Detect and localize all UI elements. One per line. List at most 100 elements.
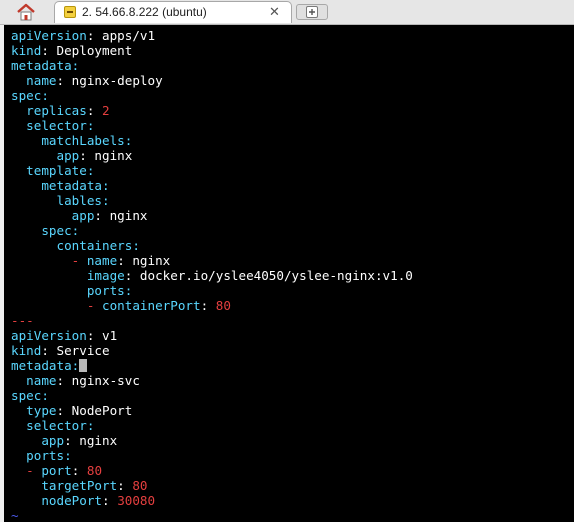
terminal-line: nodePort: 30080 (11, 493, 413, 508)
terminal-token: replicas (26, 103, 87, 118)
terminal-token: : nginx (117, 253, 171, 268)
terminal-line: metadata: (11, 58, 413, 73)
terminal-line: metadata: (11, 358, 413, 373)
terminal-token: spec: (11, 88, 49, 103)
terminal-line: template: (11, 163, 413, 178)
terminal-token: : NodePort (56, 403, 133, 418)
terminal-line: kind: Deployment (11, 43, 413, 58)
terminal-line: containers: (11, 238, 413, 253)
terminal-token: : nginx-svc (56, 373, 140, 388)
terminal-line: app: nginx (11, 433, 413, 448)
terminal-token: : Service (41, 343, 110, 358)
terminal-token: : docker.io/yslee4050/yslee-nginx:v1.0 (124, 268, 413, 283)
terminal-line: - name: nginx (11, 253, 413, 268)
terminal-token: nodePort (41, 493, 103, 508)
terminal-token: selector: (26, 118, 95, 133)
terminal-token: : v1 (86, 328, 118, 343)
terminal-token: 80 (132, 478, 148, 493)
terminal-line: ~ (11, 508, 413, 522)
terminal-line: type: NodePort (11, 403, 413, 418)
terminal-token: : (117, 478, 133, 493)
terminal-line: ports: (11, 283, 413, 298)
terminal-token: : apps/v1 (86, 28, 156, 43)
terminal-line: ports: (11, 448, 413, 463)
terminal-line: name: nginx-deploy (11, 73, 413, 88)
tab-session[interactable]: 2. 54.66.8.222 (ubuntu) ✕ (54, 1, 292, 23)
terminal-token: : nginx (94, 208, 148, 223)
terminal-line: kind: Service (11, 343, 413, 358)
terminal-token: containerPort (102, 298, 201, 313)
terminal-line: app: nginx (11, 148, 413, 163)
terminal-text: apiVersion: apps/v1 kind: Deployment metad… (11, 28, 413, 522)
terminal-line: spec: (11, 88, 413, 103)
terminal-line: replicas: 2 (11, 103, 413, 118)
terminal-line: image: docker.io/yslee4050/yslee-nginx:v… (11, 268, 413, 283)
terminal-line: name: nginx-svc (11, 373, 413, 388)
terminal-token: containers: (56, 238, 140, 253)
terminal-token: type (26, 403, 57, 418)
terminal-token: targetPort (41, 478, 118, 493)
terminal-token: app (56, 148, 80, 163)
terminal-token: kind (11, 343, 42, 358)
terminal-token: name (86, 253, 118, 268)
terminal-line: - port: 80 (11, 463, 413, 478)
terminal-token: image (86, 268, 125, 283)
terminal-line: apiVersion: v1 (11, 328, 413, 343)
terminal-icon (64, 6, 76, 18)
tab-bar: 2. 54.66.8.222 (ubuntu) ✕ (0, 0, 574, 25)
close-tab-button[interactable]: ✕ (269, 4, 280, 20)
terminal-token: : nginx (64, 433, 118, 448)
terminal-token: : (102, 493, 118, 508)
terminal-token: selector: (26, 418, 95, 433)
terminal-token: metadata: (11, 58, 80, 73)
text-cursor (79, 359, 88, 372)
terminal-line: targetPort: 80 (11, 478, 413, 493)
terminal-screen[interactable]: apiVersion: apps/v1 kind: Deployment metad… (4, 25, 574, 522)
terminal-token: : (86, 103, 103, 118)
terminal-line: selector: (11, 118, 413, 133)
terminal-token: : (200, 298, 216, 313)
terminal-token: app (71, 208, 95, 223)
plus-icon (306, 6, 318, 18)
terminal-token: - (86, 298, 102, 313)
terminal-line: spec: (11, 223, 413, 238)
terminal-line: spec: (11, 388, 413, 403)
terminal-token: app (41, 433, 65, 448)
home-button[interactable] (4, 1, 48, 23)
terminal-token: ports: (86, 283, 133, 298)
terminal-token: 80 (215, 298, 231, 313)
terminal-token: apiVersion (11, 328, 87, 343)
terminal-token: matchLabels: (41, 133, 133, 148)
terminal-line: selector: (11, 418, 413, 433)
terminal-token: name (26, 73, 57, 88)
terminal-token: 80 (86, 463, 103, 478)
terminal-token: ports: (26, 448, 72, 463)
terminal-token: template: (26, 163, 95, 178)
terminal-token: port (41, 463, 72, 478)
terminal-line: metadata: (11, 178, 413, 193)
home-icon (17, 3, 35, 21)
new-tab-button[interactable] (296, 4, 328, 20)
terminal-line: lables: (11, 193, 413, 208)
terminal-line: apiVersion: apps/v1 (11, 28, 413, 43)
terminal-token: 2 (102, 103, 110, 118)
terminal-token: spec: (11, 388, 49, 403)
terminal-token: 30080 (117, 493, 156, 508)
